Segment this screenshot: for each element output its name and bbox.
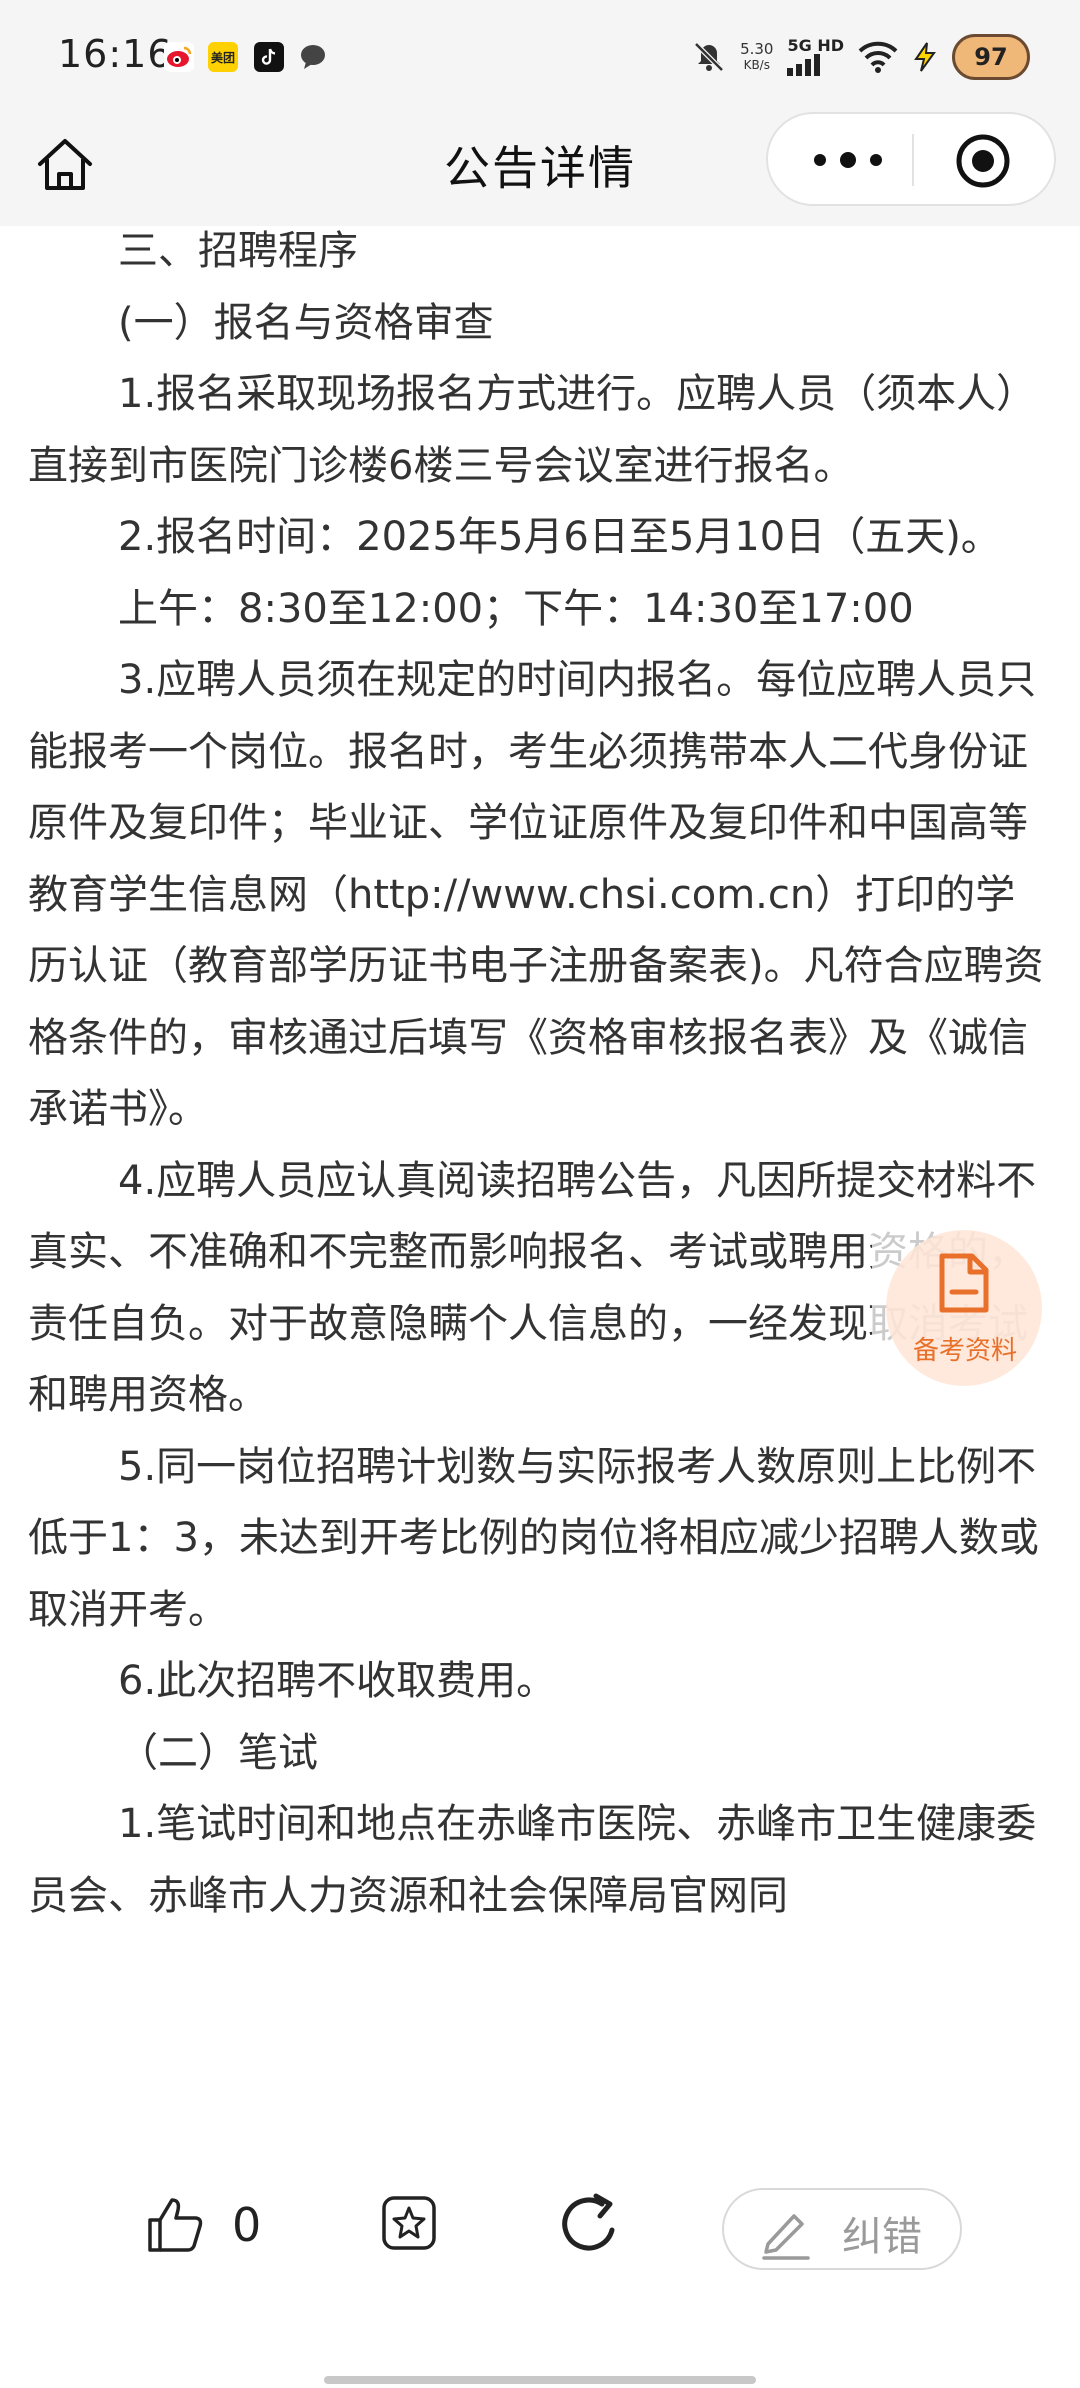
study-materials-button[interactable]: 备考资料 [872,1222,1058,1414]
document-icon [939,1253,989,1313]
report-error-button[interactable]: 纠错 [722,2188,962,2270]
battery-indicator: 97 [952,34,1030,80]
paragraph: 1.报名采取现场报名方式进行。应聘人员（须本人）直接到市医院门诊楼6楼三号会议室… [28,371,1037,489]
status-time: 16:16 [58,32,173,76]
mini-program-capsule [766,112,1056,206]
share-icon[interactable] [556,2190,626,2260]
paragraph: 5.同一岗位招聘计划数与实际报考人数原则上比例不低于1：3，未达到开考比例的岗位… [28,1443,1039,1633]
flash-icon [914,42,936,72]
speed-value: 5.30 [740,40,774,58]
capsule-divider [912,134,914,186]
nav-bar: 公告详情 [0,112,1080,226]
meituan-icon: 美团 [208,42,238,72]
signal-icon [787,54,821,76]
status-right: 5.30 KB/s 5G HD 97 [692,34,1030,80]
announcement-content: 三、招聘程序 (一）报名与资格审查 1.报名采取现场报名方式进行。应聘人员（须本… [28,216,1052,1932]
subsection-heading: （二）笔试 [118,1729,318,1776]
report-error-label: 纠错 [842,2214,922,2260]
study-materials-label: 备考资料 [912,1336,1017,1366]
more-icon[interactable] [806,140,890,180]
paragraph: 6.此次招聘不收取费用。 [118,1658,557,1704]
close-mini-program-icon[interactable] [954,132,1012,190]
home-indicator[interactable] [324,2376,756,2384]
status-bar: 16:16 美团 5.30 KB/s 5G HD 97 [0,0,1080,112]
paragraph: 1.笔试时间和地点在赤峰市医院、赤峰市卫生健康委员会、赤峰市人力资源和社会保障局… [28,1801,1037,1919]
section-heading: 三、招聘程序 [118,228,358,274]
network-type: 5G HD [787,36,844,55]
wifi-icon [858,41,898,73]
subsection-heading: (一）报名与资格审查 [118,299,494,346]
mute-icon [694,42,724,72]
bottom-action-bar: 0 纠错 [0,2146,1080,2286]
like-count: 0 [232,2198,262,2252]
paragraph: 2.报名时间：2025年5月6日至5月10日（五天)。 [118,514,1001,560]
speed-unit: KB/s [743,58,770,72]
tiktok-icon [254,42,284,72]
favorite-icon[interactable] [380,2194,438,2252]
network-speed: 5.30 KB/s [740,41,773,73]
message-icon [298,42,328,72]
thumbs-up-icon[interactable] [146,2196,204,2254]
signal-group: 5G HD [787,38,844,76]
pencil-icon [762,2214,810,2260]
weibo-icon [164,42,194,72]
paragraph: 3.应聘人员须在规定的时间内报名。每位应聘人员只能报考一个岗位。报名时，考生必须… [28,657,1044,1132]
paragraph: 上午：8:30至12:00；下午：14:30至17:00 [118,585,914,632]
